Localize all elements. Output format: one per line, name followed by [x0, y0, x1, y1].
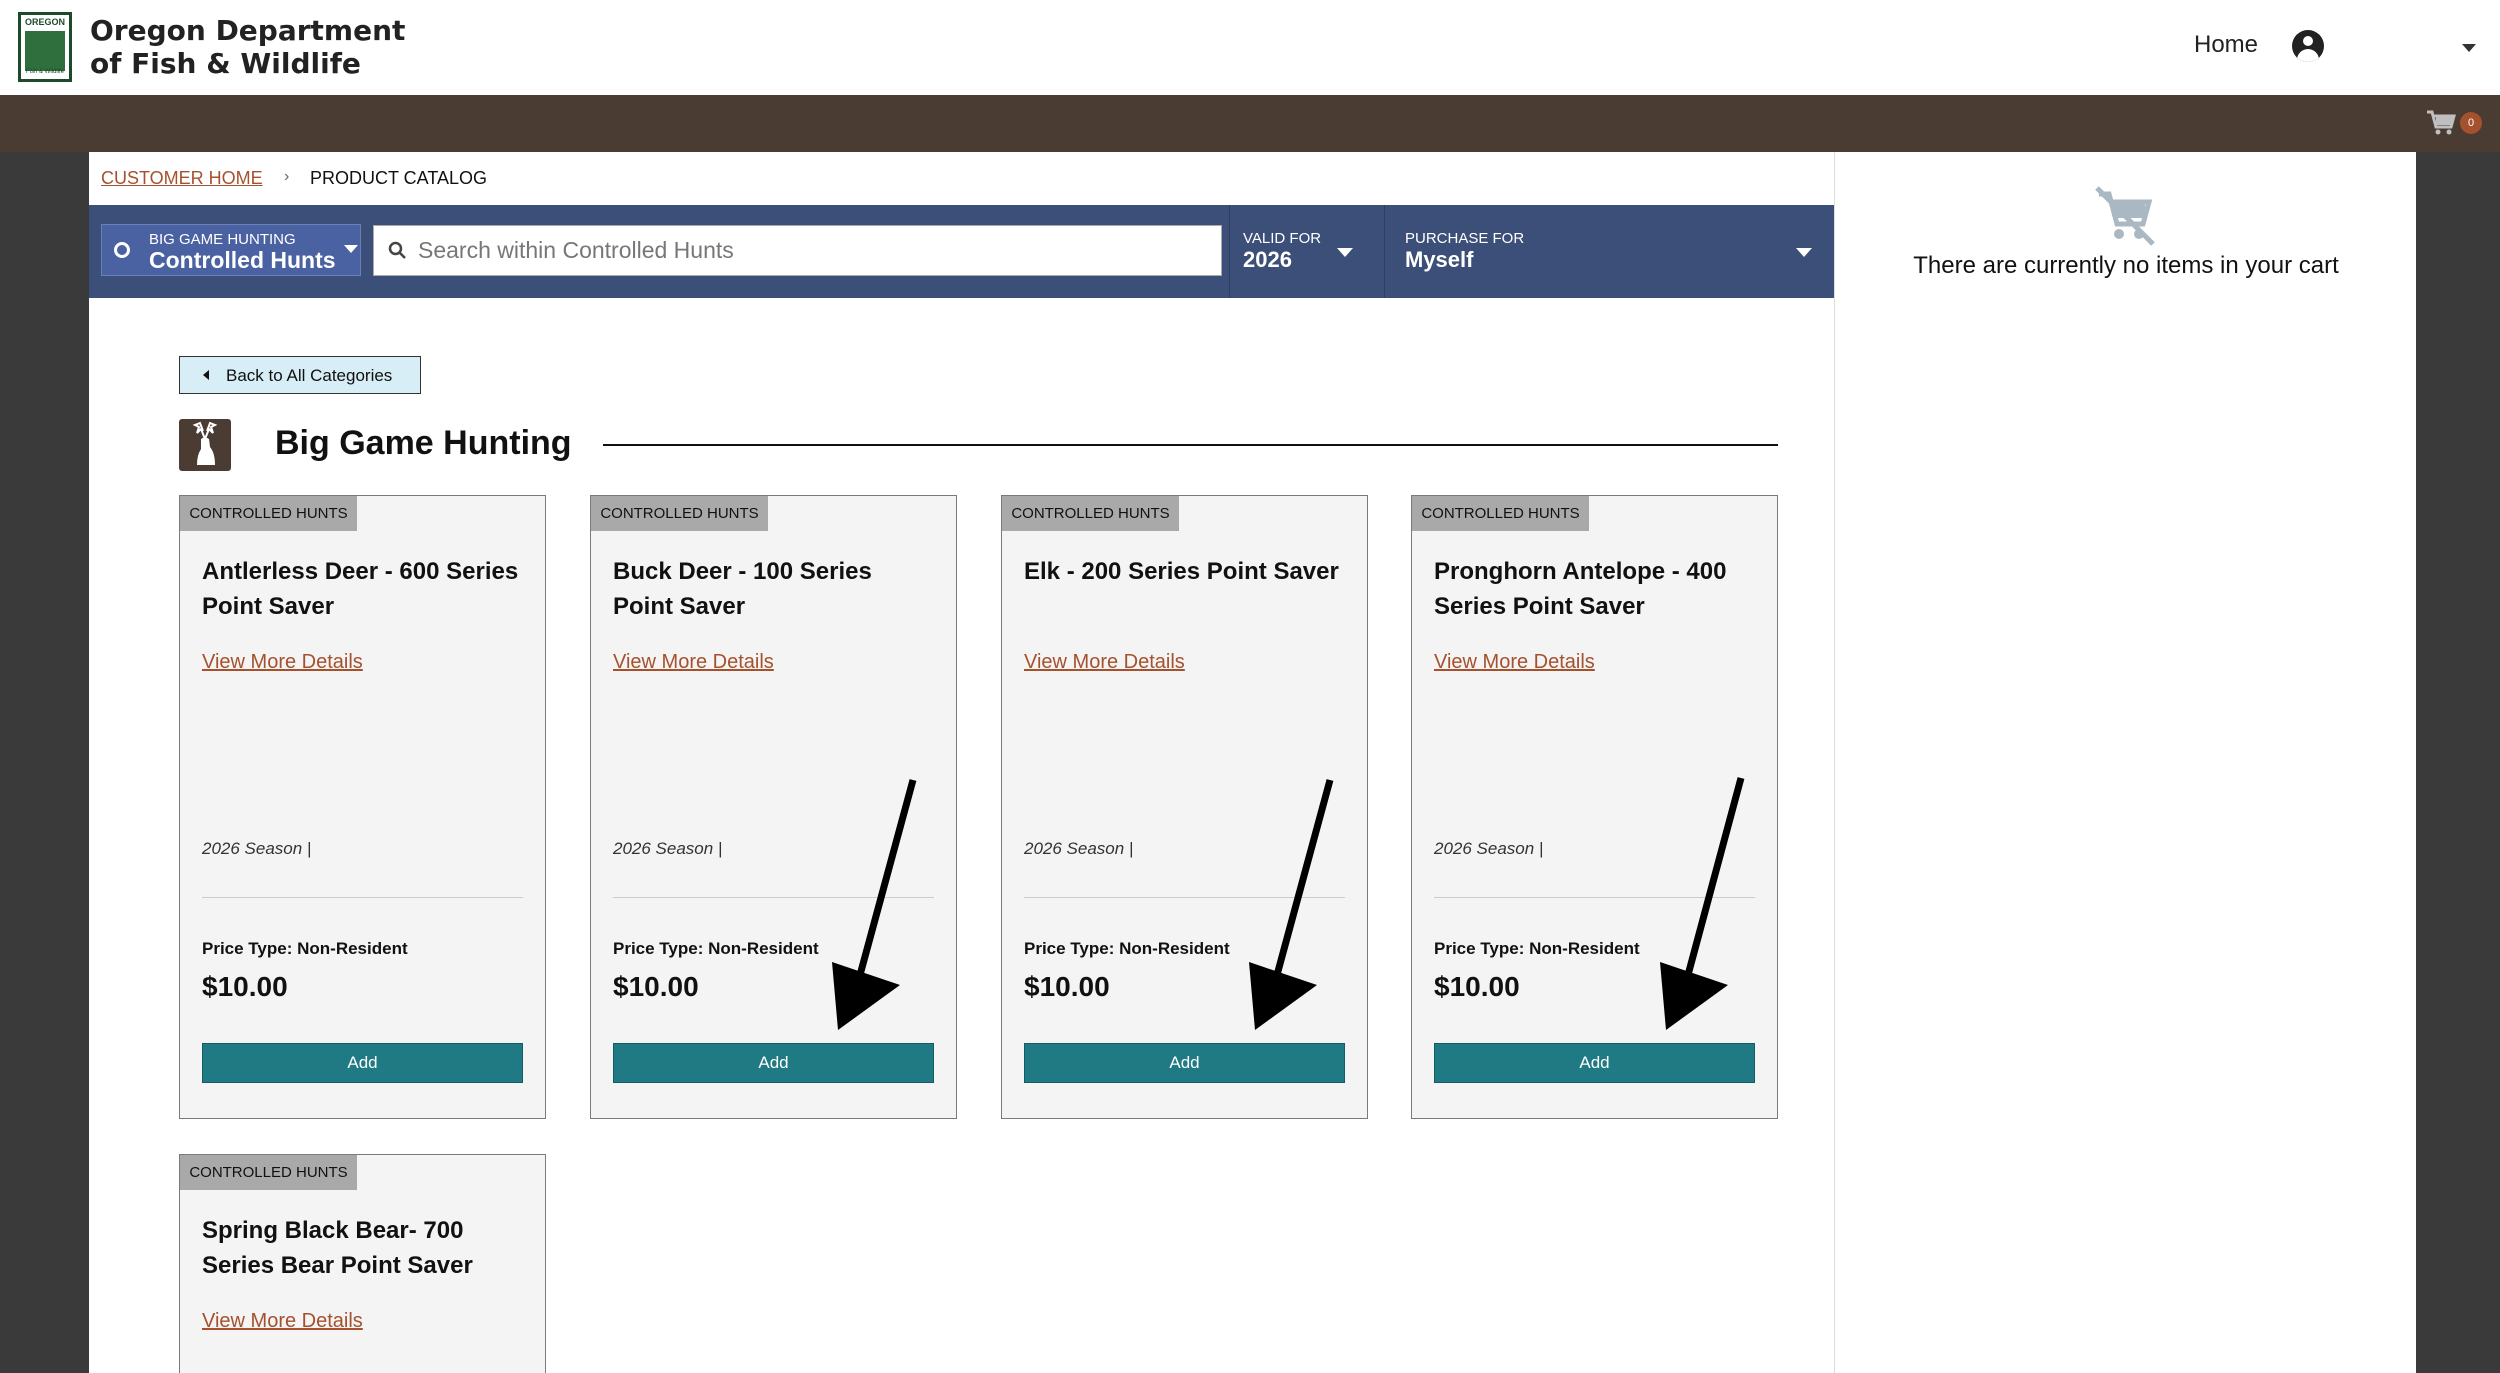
- product-title: Elk - 200 Series Point Saver: [1024, 558, 1339, 585]
- chevron-left-icon: [203, 370, 209, 380]
- product-category-tag: CONTROLLED HUNTS: [180, 1155, 357, 1190]
- account-dropdown-chevron-icon[interactable]: [2462, 44, 2476, 52]
- chevron-down-icon: [344, 245, 358, 253]
- product-category-tag: CONTROLLED HUNTS: [591, 496, 768, 531]
- logo-emblem: [25, 31, 65, 71]
- product-price: $10.00: [1024, 971, 1110, 1002]
- deer-icon: [179, 419, 231, 471]
- breadcrumb-current: PRODUCT CATALOG: [310, 168, 488, 188]
- view-more-details-link[interactable]: View More Details: [202, 1310, 363, 1333]
- product-price: $10.00: [613, 971, 699, 1002]
- nav-home-link[interactable]: Home: [2194, 31, 2258, 59]
- product-price-type: Price Type: Non-Resident: [202, 939, 408, 958]
- cart-icon[interactable]: [2426, 110, 2456, 136]
- valid-for-value: 2026: [1243, 247, 1292, 272]
- logo-top-text: OREGON: [24, 17, 65, 27]
- purchase-for-select[interactable]: PURCHASE FOR Myself: [1386, 205, 1834, 298]
- product-price: $10.00: [1434, 971, 1520, 1002]
- category-label: BIG GAME HUNTING: [149, 231, 296, 248]
- product-title: Buck Deer - 100 Series Point Saver: [613, 558, 872, 620]
- section-title: Big Game Hunting: [275, 424, 572, 462]
- breadcrumb-customer-home[interactable]: CUSTOMER HOME: [101, 168, 263, 188]
- cart-count-badge[interactable]: 0: [2460, 112, 2482, 134]
- product-title: Spring Black Bear- 700 Series Bear Point…: [202, 1217, 473, 1279]
- org-name-line2: of Fish & Wildlife: [90, 47, 361, 80]
- back-to-categories-button[interactable]: Back to All Categories: [179, 356, 421, 394]
- product-category-tag: CONTROLLED HUNTS: [1412, 496, 1589, 531]
- valid-for-select[interactable]: VALID FOR 2026: [1229, 205, 1385, 298]
- category-value: Controlled Hunts: [149, 247, 336, 273]
- category-select[interactable]: BIG GAME HUNTING Controlled Hunts: [101, 224, 361, 276]
- product-season: 2026 Season |: [613, 839, 723, 858]
- product-card: CONTROLLED HUNTS Pronghorn Antelope - 40…: [1411, 495, 1778, 1119]
- view-more-details-link[interactable]: View More Details: [202, 651, 363, 674]
- breadcrumb: CUSTOMER HOME › PRODUCT CATALOG: [101, 168, 487, 189]
- filter-icon: [114, 242, 130, 258]
- org-name[interactable]: Oregon Department of Fish & Wildlife: [90, 14, 405, 80]
- view-more-details-link[interactable]: View More Details: [613, 651, 774, 674]
- product-card: CONTROLLED HUNTS Spring Black Bear- 700 …: [179, 1154, 546, 1373]
- product-category-tag: CONTROLLED HUNTS: [1002, 496, 1179, 531]
- site-header: OREGON Fish & Wildlife Oregon Department…: [0, 0, 2500, 95]
- product-card: CONTROLLED HUNTS Antlerless Deer - 600 S…: [179, 495, 546, 1119]
- valid-for-label: VALID FOR: [1243, 230, 1322, 247]
- chevron-down-icon: [1337, 248, 1353, 257]
- view-more-details-link[interactable]: View More Details: [1024, 651, 1185, 674]
- product-category-tag: CONTROLLED HUNTS: [180, 496, 357, 531]
- product-catalog: CUSTOMER HOME › PRODUCT CATALOG BIG GAME…: [89, 152, 1834, 1373]
- purchase-for-label: PURCHASE FOR: [1405, 230, 1525, 247]
- card-divider: [613, 897, 934, 898]
- add-button[interactable]: Add: [613, 1043, 934, 1083]
- card-divider: [202, 897, 523, 898]
- product-season: 2026 Season |: [1024, 839, 1134, 858]
- add-button[interactable]: Add: [202, 1043, 523, 1083]
- breadcrumb-separator: ›: [284, 168, 290, 185]
- product-price: $10.00: [202, 971, 288, 1002]
- purchase-for-value: Myself: [1405, 247, 1474, 272]
- add-button[interactable]: Add: [1434, 1043, 1755, 1083]
- product-season: 2026 Season |: [202, 839, 312, 858]
- logo-bottom-text: Fish & Wildlife: [25, 69, 64, 75]
- product-card: CONTROLLED HUNTS Buck Deer - 100 Series …: [590, 495, 957, 1119]
- product-season: 2026 Season |: [1434, 839, 1544, 858]
- chevron-down-icon: [1796, 248, 1812, 257]
- account-icon[interactable]: [2292, 30, 2324, 62]
- utility-bar: [0, 95, 2500, 152]
- product-card: CONTROLLED HUNTS Elk - 200 Series Point …: [1001, 495, 1368, 1119]
- section-divider: [603, 444, 1778, 446]
- product-price-type: Price Type: Non-Resident: [1024, 939, 1230, 958]
- product-price-type: Price Type: Non-Resident: [613, 939, 819, 958]
- view-more-details-link[interactable]: View More Details: [1434, 651, 1595, 674]
- odfw-logo[interactable]: OREGON Fish & Wildlife: [18, 12, 72, 82]
- cart-panel: There are currently no items in your car…: [1834, 152, 2416, 1373]
- card-divider: [1434, 897, 1755, 898]
- empty-cart-message: There are currently no items in your car…: [1913, 252, 2339, 279]
- org-name-line1: Oregon Department: [90, 14, 406, 47]
- back-button-label: Back to All Categories: [226, 366, 393, 385]
- card-divider: [1024, 897, 1345, 898]
- search-box: [373, 225, 1222, 276]
- empty-cart-icon: [2095, 186, 2155, 246]
- product-title: Pronghorn Antelope - 400 Series Point Sa…: [1434, 558, 1727, 620]
- product-title: Antlerless Deer - 600 Series Point Saver: [202, 558, 519, 620]
- search-input[interactable]: [418, 226, 1208, 275]
- filter-bar: BIG GAME HUNTING Controlled Hunts VALID …: [89, 205, 1834, 298]
- add-button[interactable]: Add: [1024, 1043, 1345, 1083]
- product-price-type: Price Type: Non-Resident: [1434, 939, 1640, 958]
- search-icon: [388, 241, 406, 259]
